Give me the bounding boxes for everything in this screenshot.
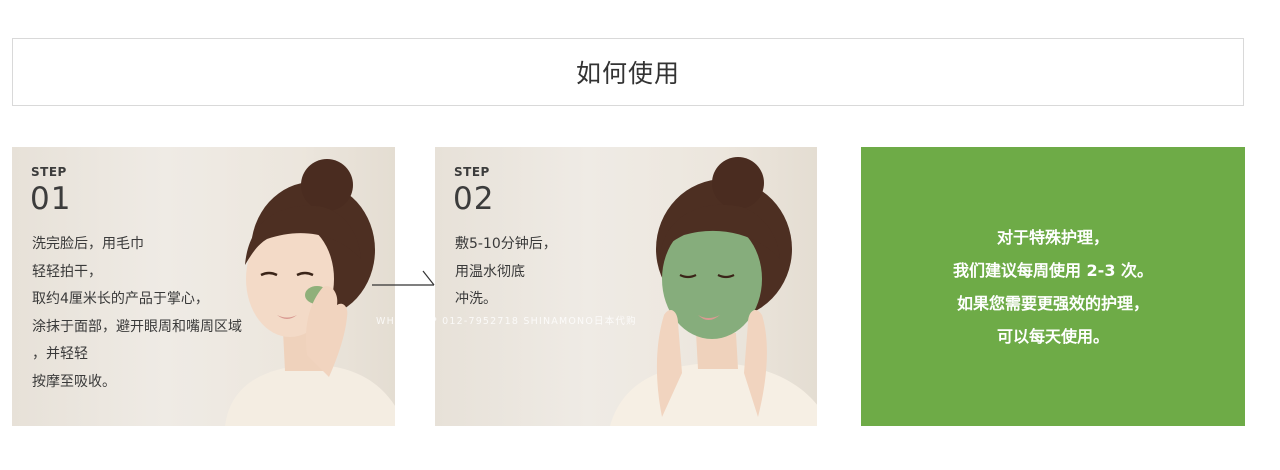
step-01-line: 洗完脸后，用毛巾 <box>32 236 144 252</box>
step-01-panel: STEP 01 洗完脸后，用毛巾 轻轻拍干， 取约4厘米长的产品于掌心， 涂抹于… <box>12 147 395 426</box>
step-02-line: 冲洗。 <box>455 291 497 307</box>
step-02-line: 用温水彻底 <box>455 263 525 280</box>
step-02-label: STEP <box>454 165 490 179</box>
step-02-line: 敷5-10分钟后， <box>455 236 557 252</box>
section-title: 如何使用 <box>12 38 1244 106</box>
step-01-line: 取约4厘米长的产品于掌心， <box>32 291 209 307</box>
watermark: WHATSAPP 012-7952718 SHINAMONO日本代购 <box>376 316 637 327</box>
step-01-line: 按摩至吸收。 <box>32 373 116 390</box>
arrow-right-icon <box>372 270 435 286</box>
special-care-line: 对于特殊护理， <box>996 227 1109 247</box>
woman-with-clay-mask-photo <box>610 157 817 426</box>
special-care-line: 如果您需要更强效的护理， <box>956 293 1149 313</box>
special-care-line: 可以每天使用。 <box>996 326 1109 346</box>
step-01-line: 涂抹于面部，避开眼周和嘴周区域 <box>32 318 242 335</box>
step-02-number: 02 <box>453 181 495 217</box>
step-01-line: ，并轻轻 <box>32 346 88 362</box>
step-02-panel: STEP 02 敷5-10分钟后， 用温水彻底 冲洗。 <box>435 147 817 426</box>
step-01-number: 01 <box>30 181 72 217</box>
special-care-line: 我们建议每周使用 2-3 次。 <box>952 260 1154 280</box>
step-02-instructions: 敷5-10分钟后， 用温水彻底 冲洗。 <box>455 231 557 314</box>
step-01-label: STEP <box>31 165 67 179</box>
special-care-panel: 对于特殊护理， 我们建议每周使用 2-3 次。 如果您需要更强效的护理， 可以每… <box>861 147 1245 426</box>
step-01-line: 轻轻拍干， <box>32 263 102 280</box>
step-01-instructions: 洗完脸后，用毛巾 轻轻拍干， 取约4厘米长的产品于掌心， 涂抹于面部，避开眼周和… <box>32 231 242 396</box>
